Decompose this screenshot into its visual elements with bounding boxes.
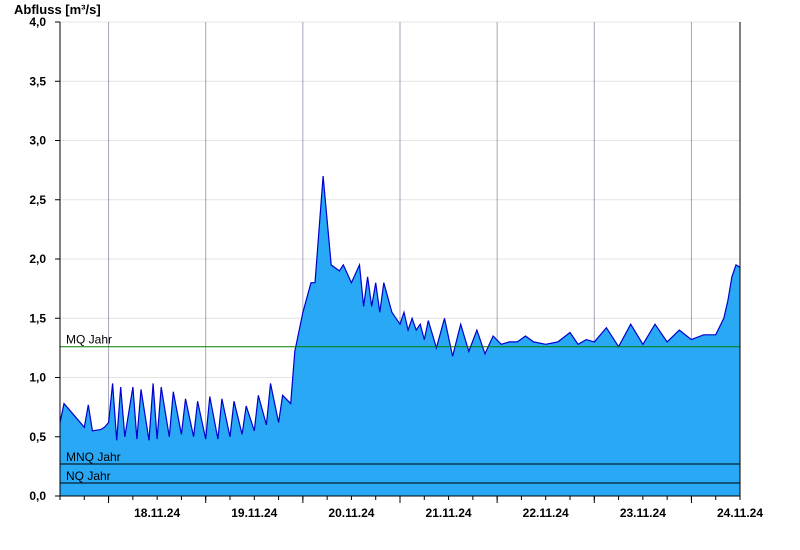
reference-line-label: MNQ Jahr (66, 450, 121, 464)
x-tick-label: 20.11.24 (328, 506, 374, 520)
reference-line-label: NQ Jahr (66, 469, 111, 483)
y-tick-label: 1,0 (29, 371, 46, 385)
y-tick-label: 3,5 (29, 74, 46, 88)
chart-canvas: Abfluss [m³/s] MQ Jahr MNQ Jahr NQ Jahr 0,… (14, 2, 763, 520)
x-tick-label: 24.11.24 (717, 506, 763, 520)
y-tick-label: 4,0 (29, 15, 46, 29)
x-tick-label: 22.11.24 (523, 506, 569, 520)
y-tick-label: 1,5 (29, 311, 46, 325)
y-tick-label: 0,5 (29, 430, 46, 444)
x-tick-label: 21.11.24 (426, 506, 472, 520)
x-tick-label: 19.11.24 (231, 506, 277, 520)
y-axis-title: Abfluss [m³/s] (14, 2, 101, 17)
y-ticks: 0,0 0,5 1,0 1,5 2,0 2,5 3,0 3,5 4,0 (29, 15, 60, 503)
y-tick-label: 0,0 (29, 489, 46, 503)
y-tick-label: 3,0 (29, 134, 46, 148)
x-ticks: 18.11.24 19.11.24 20.11.24 21.11.24 22.11.24… (59, 496, 763, 520)
y-tick-label: 2,5 (29, 193, 46, 207)
reference-line-label: MQ Jahr (66, 333, 112, 347)
x-tick-label: 23.11.24 (620, 506, 666, 520)
y-tick-label: 2,0 (29, 252, 46, 266)
x-tick-label: 18.11.24 (134, 506, 180, 520)
discharge-chart: Abfluss [m³/s] MQ Jahr MNQ Jahr NQ Jahr 0,… (0, 0, 800, 550)
